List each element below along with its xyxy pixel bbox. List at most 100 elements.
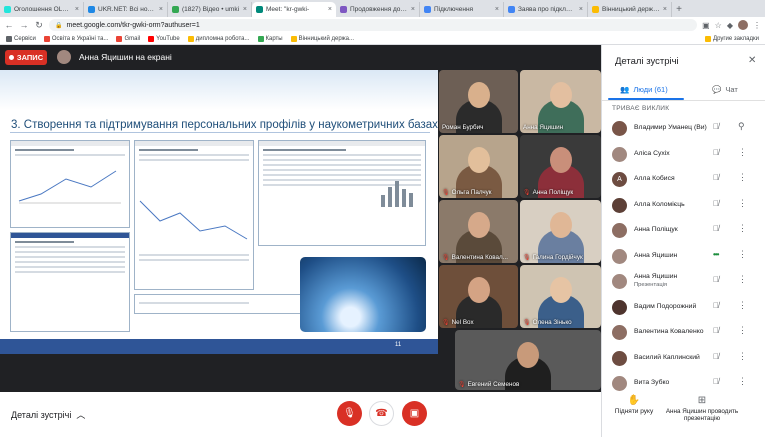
mic-muted-icon[interactable]: 🎙̸ xyxy=(713,224,719,233)
bookmark-item[interactable]: дипломна робота... xyxy=(187,35,250,42)
bookmark-icon xyxy=(187,35,194,42)
mic-muted-icon[interactable]: 🎙̸ xyxy=(713,275,719,284)
tab-close-icon[interactable]: × xyxy=(75,6,79,13)
tab-close-icon[interactable]: × xyxy=(495,6,499,13)
bookmark-item[interactable]: Освіта в Україні та... xyxy=(43,35,108,42)
other-bookmarks[interactable]: Другие закладки xyxy=(705,35,759,42)
participant-tile[interactable]: 🎙 Евгений Семенов xyxy=(455,330,601,390)
browser-tab[interactable]: Продовження догов × xyxy=(336,2,420,17)
participant-face xyxy=(549,277,572,303)
bookmark-item[interactable]: Вінницький держа... xyxy=(290,35,354,42)
mic-muted-icon[interactable]: 🎙̸ xyxy=(713,301,719,310)
participant-tile[interactable]: 🎙 Анна Поліщук xyxy=(520,135,601,198)
more-options-icon[interactable]: ⚲ xyxy=(738,121,745,132)
more-options-icon[interactable]: ⋮ xyxy=(738,274,747,285)
participant-name: Аліса Сухіх xyxy=(634,149,670,157)
camera-toggle-button[interactable]: ▣ xyxy=(402,401,427,426)
participant-name: Анна Яцишин xyxy=(634,251,678,259)
browser-tab[interactable]: UKR.NET: Всі новини × xyxy=(84,2,168,17)
camera-blocked-icon[interactable]: ▣ xyxy=(702,21,710,30)
bookmark-icon xyxy=(116,35,123,42)
network-globe-image xyxy=(300,257,426,332)
more-options-icon[interactable]: ⋮ xyxy=(738,198,747,209)
phone-hangup-icon: ☎ xyxy=(375,408,388,419)
favicon-icon xyxy=(256,6,263,13)
mic-muted-icon[interactable]: 🎙̸ xyxy=(713,352,719,361)
participant-row[interactable]: Алла Коломієць 🎙̸ ⋮ xyxy=(602,195,765,217)
mic-muted-icon[interactable]: 🎙̸ xyxy=(713,377,719,386)
people-icon: 👥 xyxy=(620,84,630,94)
participant-tile[interactable]: 🎙 Nel Box xyxy=(439,265,518,328)
more-options-icon[interactable]: ⋮ xyxy=(738,147,747,158)
tab-close-icon[interactable]: × xyxy=(243,6,247,13)
tab-close-icon[interactable]: × xyxy=(159,6,163,13)
close-icon[interactable]: ✕ xyxy=(748,55,756,66)
tab-close-icon[interactable]: × xyxy=(328,6,332,13)
back-icon[interactable]: ← xyxy=(4,20,14,30)
participant-name: Вита Зубко xyxy=(634,379,670,386)
browser-tab[interactable]: Meet: "kr-gwki- × xyxy=(252,2,336,17)
extension-icon[interactable]: ◆ xyxy=(727,21,733,30)
leave-call-button[interactable]: ☎ xyxy=(369,401,394,426)
mic-muted-icon[interactable]: 🎙̸ xyxy=(713,326,719,335)
more-options-icon[interactable]: ⋮ xyxy=(738,325,747,336)
participant-tile[interactable]: 🎙 Галина Гордійчук xyxy=(520,200,601,263)
more-options-icon[interactable]: ⋮ xyxy=(738,249,747,260)
participant-tile[interactable]: 🎙 Валентина Ковал... xyxy=(439,200,518,263)
participant-row[interactable]: Владимир Уманец (Ви) 🎙̸ ⚲ xyxy=(602,118,765,140)
tab-close-icon[interactable]: × xyxy=(579,6,583,13)
tab-chat[interactable]: 💬 Чат xyxy=(712,81,738,97)
star-icon[interactable]: ☆ xyxy=(715,21,722,30)
profile-avatar[interactable] xyxy=(738,20,748,30)
mic-muted-icon[interactable]: 🎙̸ xyxy=(713,199,719,208)
tab-people[interactable]: 👥 Люди (61) xyxy=(620,81,668,97)
more-options-icon[interactable]: ⋮ xyxy=(738,351,747,362)
favicon-icon xyxy=(88,6,95,13)
browser-tab[interactable]: (1827) Відео • umki × xyxy=(168,2,252,17)
browser-tab[interactable]: Заява про підключе × xyxy=(504,2,588,17)
mic-toggle-button[interactable]: 🎙 xyxy=(337,401,362,426)
participant-row[interactable]: Вадим Подорожний 🎙̸ ⋮ xyxy=(602,297,765,319)
participant-row[interactable]: Анна Яцишин ••• ⋮ xyxy=(602,246,765,268)
bookmark-item[interactable]: Карты xyxy=(257,35,283,42)
mic-muted-icon[interactable]: 🎙̸ xyxy=(713,148,719,157)
more-options-icon[interactable]: ⋮ xyxy=(738,223,747,234)
mic-muted-icon[interactable]: 🎙̸ xyxy=(713,173,719,182)
more-options-icon[interactable]: ⋮ xyxy=(738,300,747,311)
bookmark-item[interactable]: YouTube xyxy=(148,35,180,42)
meeting-details-toggle[interactable]: Деталі зустрічі ︿ xyxy=(11,408,85,421)
participant-row[interactable]: Вита Зубко 🎙̸ ⋮ xyxy=(602,373,765,395)
participant-row[interactable]: Анна Поліщук 🎙̸ ⋮ xyxy=(602,220,765,242)
more-options-icon[interactable]: ⋮ xyxy=(738,376,747,387)
participant-tile[interactable]: Анна Яцишин xyxy=(520,70,601,133)
participant-row[interactable]: Василий Каплинский 🎙̸ ⋮ xyxy=(602,348,765,370)
reload-icon[interactable]: ↻ xyxy=(34,20,44,31)
avatar xyxy=(612,197,627,213)
browser-tab[interactable]: Оголошення OLX.ua: × xyxy=(0,2,84,17)
tab-close-icon[interactable]: × xyxy=(663,6,667,13)
participant-name: Василий Каплинский xyxy=(634,353,700,361)
raise-hand-button[interactable]: ✋ Підняти руку xyxy=(612,395,656,415)
tab-close-icon[interactable]: × xyxy=(411,6,415,13)
browser-tab[interactable]: Вінницький держав × xyxy=(588,2,672,17)
avatar: А xyxy=(612,172,627,187)
participant-tile[interactable]: 🎙 Олена Зінько xyxy=(520,265,601,328)
participant-row[interactable]: Валентина Коваленко 🎙̸ ⋮ xyxy=(602,322,765,344)
bookmark-item[interactable]: Сервіси xyxy=(6,35,36,42)
participant-row[interactable]: Аліса Сухіх 🎙̸ ⋮ xyxy=(602,144,765,166)
participant-tile[interactable]: Роман Бурбич xyxy=(439,70,518,133)
favicon-icon xyxy=(424,6,431,13)
more-options-icon[interactable]: ⋮ xyxy=(738,172,747,183)
forward-icon[interactable]: → xyxy=(19,20,29,30)
presentation-status[interactable]: ⊞ Анна Яцишин проводить презентацію xyxy=(663,395,741,422)
menu-icon[interactable]: ⋮ xyxy=(753,21,761,30)
browser-tab[interactable]: Підключення × xyxy=(420,2,504,17)
participant-tile[interactable]: 🎙 Ольга Палчук xyxy=(439,135,518,198)
participant-row[interactable]: А Алла Кобися 🎙̸ ⋮ xyxy=(602,169,765,191)
chart-thumbnail xyxy=(18,170,121,204)
new-tab-button[interactable]: + xyxy=(672,2,686,17)
address-bar[interactable]: 🔒 meet.google.com/tkr-gwki-orm?authuser=… xyxy=(49,19,698,31)
mic-muted-icon[interactable]: 🎙̸ xyxy=(713,122,719,131)
participant-row[interactable]: Анна Яцишин Презентація 🎙̸ ⋮ xyxy=(602,271,765,293)
bookmark-item[interactable]: Gmail xyxy=(116,35,140,42)
